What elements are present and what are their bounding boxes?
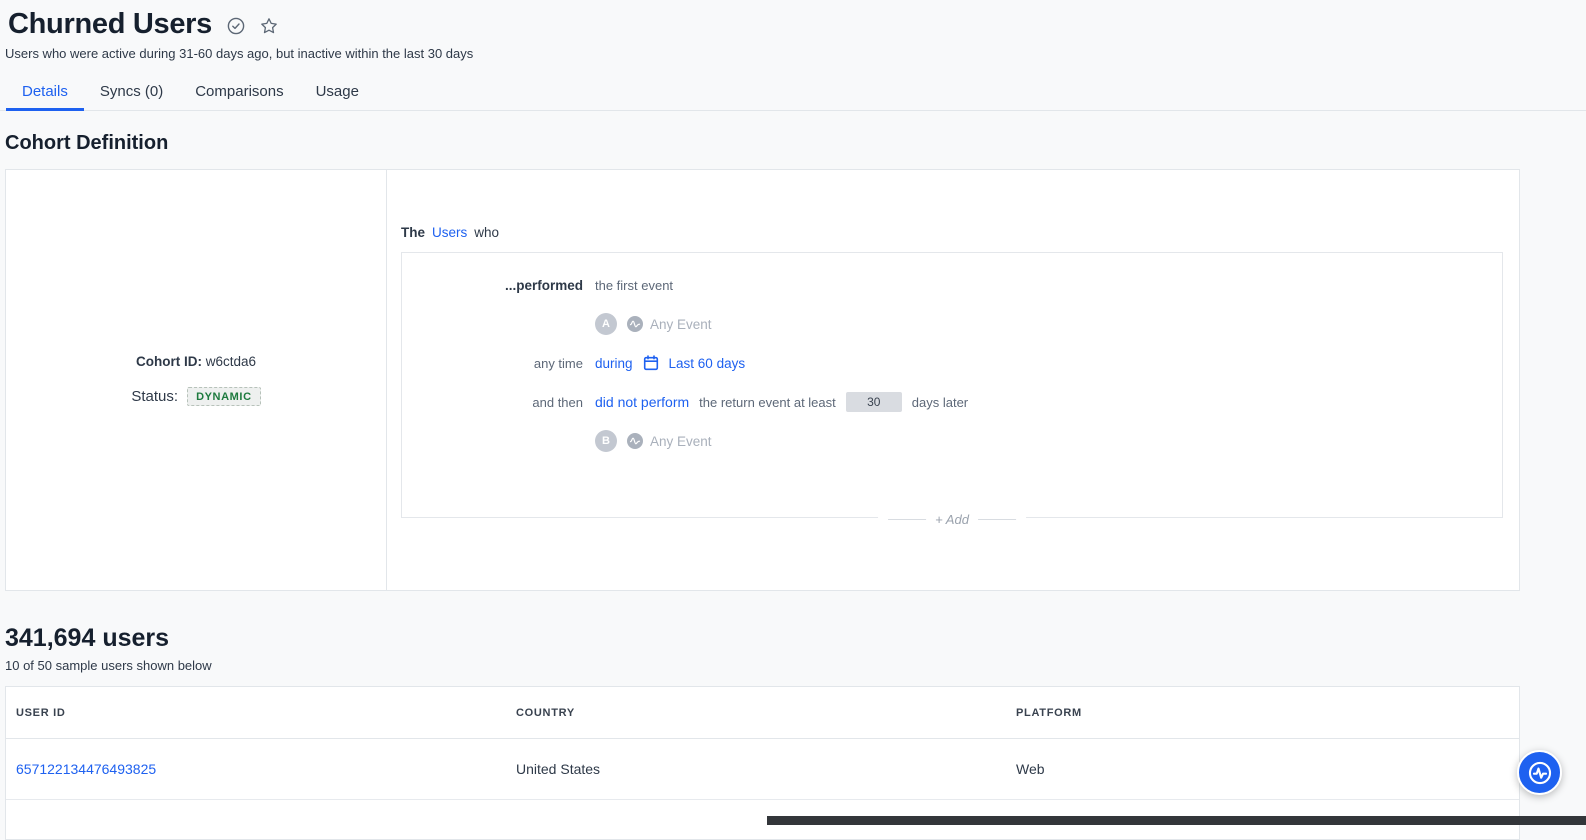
cohort-meta: Cohort ID: w6ctda6 Status: DYNAMIC bbox=[6, 170, 387, 590]
calendar-icon[interactable] bbox=[643, 355, 659, 371]
rules-box: ...performed the first event A Any Event bbox=[401, 252, 1503, 518]
rule-row-event-b: B Any Event bbox=[402, 429, 1502, 453]
tab-usage[interactable]: Usage bbox=[300, 75, 375, 110]
event-b-selector[interactable]: Any Event bbox=[627, 433, 712, 449]
page-subtitle: Users who were active during 31-60 days … bbox=[5, 46, 1586, 61]
user-id-link[interactable]: 657122134476493825 bbox=[16, 761, 156, 777]
event-b-badge: B bbox=[595, 430, 617, 452]
status-line: Status: DYNAMIC bbox=[131, 387, 260, 406]
section-title: Cohort Definition bbox=[5, 131, 1586, 155]
who-prefix: The bbox=[401, 225, 425, 240]
event-a-badge: A bbox=[595, 313, 617, 335]
event-b-name: Any Event bbox=[650, 434, 712, 449]
who-line: The Users who bbox=[401, 225, 1503, 240]
return-event-note: the return event at least bbox=[699, 395, 836, 410]
tab-bar: Details Syncs (0) Comparisons Usage bbox=[0, 75, 1586, 111]
cohort-id-label: Cohort ID: bbox=[136, 354, 202, 369]
table-header-row: USER ID COUNTRY PLATFORM bbox=[6, 687, 1519, 739]
days-input[interactable] bbox=[846, 392, 902, 412]
days-later-label: days later bbox=[912, 395, 968, 410]
performed-note: the first event bbox=[595, 278, 673, 293]
country-cell: United States bbox=[506, 761, 1006, 777]
date-range-link[interactable]: Last 60 days bbox=[669, 356, 746, 371]
tab-syncs[interactable]: Syncs (0) bbox=[84, 75, 179, 110]
table-row: 657122134476493825 United States Web bbox=[6, 739, 1519, 799]
andthen-label: and then bbox=[402, 395, 587, 410]
any-event-icon bbox=[627, 433, 643, 449]
col-header-country: COUNTRY bbox=[506, 707, 1006, 719]
sample-note: 10 of 50 sample users shown below bbox=[5, 658, 1586, 673]
cohort-definition-panel: Cohort ID: w6ctda6 Status: DYNAMIC The U… bbox=[5, 169, 1520, 591]
tab-comparisons[interactable]: Comparisons bbox=[179, 75, 299, 110]
cohort-id-value: w6ctda6 bbox=[206, 354, 256, 369]
platform-cell: Web bbox=[1006, 761, 1519, 777]
rule-row-event-a: A Any Event bbox=[402, 312, 1502, 336]
who-suffix: who bbox=[474, 225, 499, 240]
add-condition-button[interactable]: + Add bbox=[878, 512, 1026, 527]
assistant-fab-button[interactable] bbox=[1517, 750, 1562, 795]
cohort-rules: The Users who ...performed the first eve… bbox=[387, 170, 1519, 590]
title-row: Churned Users bbox=[8, 6, 1586, 42]
page-header: Churned Users Users who were active duri… bbox=[0, 0, 1586, 61]
rule-row-return: and then did not perform the return even… bbox=[402, 390, 1502, 414]
any-event-icon bbox=[627, 316, 643, 332]
during-link[interactable]: during bbox=[595, 356, 633, 371]
tab-details[interactable]: Details bbox=[6, 75, 84, 110]
users-type-link[interactable]: Users bbox=[432, 225, 467, 240]
status-badge: DYNAMIC bbox=[187, 387, 261, 406]
col-header-user-id: USER ID bbox=[6, 707, 506, 719]
event-a-selector[interactable]: Any Event bbox=[627, 316, 712, 332]
rule-row-timeframe: any time during Last 60 days bbox=[402, 351, 1502, 375]
performed-label: ...performed bbox=[402, 278, 587, 293]
users-summary: 341,694 users 10 of 50 sample users show… bbox=[5, 623, 1586, 673]
verified-check-icon[interactable] bbox=[227, 17, 245, 35]
event-a-name: Any Event bbox=[650, 317, 712, 332]
page-title: Churned Users bbox=[8, 6, 212, 42]
status-label: Status: bbox=[131, 388, 178, 405]
anytime-label: any time bbox=[402, 356, 587, 371]
did-not-perform-link[interactable]: did not perform bbox=[595, 394, 689, 410]
col-header-platform: PLATFORM bbox=[1006, 707, 1519, 719]
cohort-id-line: Cohort ID: w6ctda6 bbox=[136, 354, 256, 369]
horizontal-scrollbar[interactable] bbox=[767, 816, 1586, 825]
user-count: 341,694 users bbox=[5, 623, 1586, 653]
star-icon[interactable] bbox=[260, 17, 278, 35]
rule-row-performed: ...performed the first event bbox=[402, 273, 1502, 297]
assistant-icon bbox=[1526, 759, 1554, 787]
